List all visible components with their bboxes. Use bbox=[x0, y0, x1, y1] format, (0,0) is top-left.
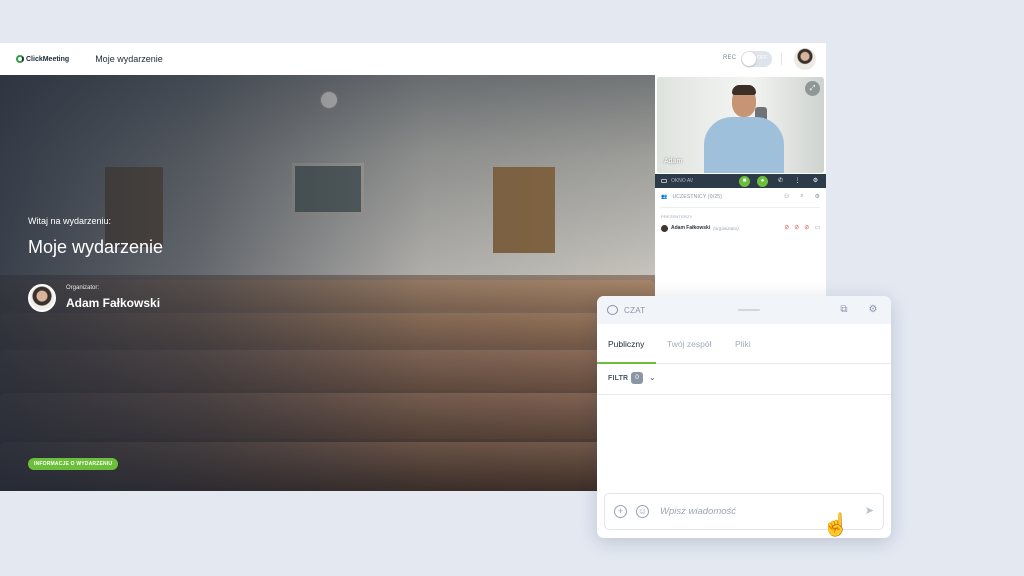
chat-header: CZAT ⧉ ⚙ bbox=[597, 296, 891, 324]
tab-files[interactable]: Pliki bbox=[735, 339, 751, 349]
tab-team[interactable]: Twój zespół bbox=[667, 339, 711, 349]
clickmeeting-logo[interactable]: ClickMeeting bbox=[16, 55, 69, 63]
rec-label: REC bbox=[723, 55, 737, 61]
welcome-text: Witaj na wydarzeniu: bbox=[28, 216, 112, 226]
hand-cursor-icon: ☝ bbox=[822, 512, 850, 537]
gear-icon[interactable]: ⚙ bbox=[815, 193, 820, 200]
add-user-icon[interactable]: ⚇ bbox=[784, 193, 789, 200]
toggle-state: OFF bbox=[757, 55, 767, 61]
monitor-icon[interactable]: ▭ bbox=[814, 224, 820, 231]
organizer-name: Adam Fałkowski bbox=[66, 296, 161, 310]
gear-icon[interactable]: ⚙ bbox=[867, 304, 879, 316]
settings-icon[interactable]: ⚙ bbox=[810, 176, 821, 187]
event-title: Moje wydarzenie bbox=[28, 237, 164, 257]
presenter-status-icons: ⊘ ⊘ ⊘ ▭ bbox=[784, 224, 820, 231]
phone-icon[interactable]: ✆ bbox=[775, 176, 786, 187]
av-label-text: OKNO AV bbox=[671, 178, 694, 184]
chat-panel: CZAT ⧉ ⚙ Publiczny Twój zespół Pliki FIL… bbox=[597, 296, 891, 538]
mic-icon[interactable]: ● bbox=[757, 176, 768, 187]
emoji-icon[interactable]: ☺ bbox=[636, 505, 649, 518]
video-participant-name: Adam bbox=[664, 158, 683, 165]
tab-public[interactable]: Publiczny bbox=[608, 339, 644, 349]
drag-handle[interactable] bbox=[738, 309, 760, 311]
app-frame: ClickMeeting Moje wydarzenie REC OFF Wit… bbox=[0, 0, 1024, 576]
chat-icon bbox=[607, 305, 618, 315]
add-icon[interactable]: + bbox=[614, 505, 627, 518]
av-window-label: OKNO AV bbox=[661, 178, 693, 184]
mic-off-icon[interactable]: ⊘ bbox=[794, 224, 799, 231]
video-tile[interactable]: Adam ⤢ bbox=[657, 77, 824, 173]
organizer-avatar bbox=[28, 284, 56, 312]
logo-text: ClickMeeting bbox=[26, 55, 70, 63]
chat-filter[interactable]: FILTR 0 ⌄ bbox=[597, 364, 891, 395]
logo-icon bbox=[16, 55, 24, 63]
participant-hair bbox=[732, 85, 756, 95]
rec-toggle[interactable]: OFF bbox=[741, 51, 772, 67]
participants-panel: 👥 UCZESTNICY (0/25) ⚇ ⌕ ⚙ PREZENTERZY Ad… bbox=[655, 190, 826, 410]
chat-tabs: Publiczny Twój zespół Pliki bbox=[597, 324, 891, 364]
organizer-label: Organizator: bbox=[66, 285, 100, 291]
pin-icon[interactable]: ⤢ bbox=[805, 81, 820, 96]
camera-icon[interactable]: ■ bbox=[739, 176, 750, 187]
right-panel: Adam ⤢ OKNO AV ■ ● ✆ ⋮ ⚙ 👥 UCZESTNICY (0… bbox=[655, 75, 826, 410]
presenters-label: PREZENTERZY bbox=[661, 214, 693, 219]
presenter-avatar bbox=[661, 224, 668, 232]
participants-tools: ⚇ ⌕ ⚙ bbox=[784, 193, 820, 200]
filter-label: FILTR bbox=[608, 375, 629, 382]
hero-overlay bbox=[0, 75, 655, 491]
search-icon[interactable]: ⌕ bbox=[800, 193, 803, 200]
camera-outline-icon bbox=[661, 179, 667, 183]
message-input[interactable]: Wpisz wiadomość bbox=[660, 506, 736, 517]
top-bar: ClickMeeting Moje wydarzenie REC OFF bbox=[0, 43, 826, 75]
filter-count-badge: 0 bbox=[631, 372, 643, 384]
chevron-down-icon[interactable]: ⌄ bbox=[649, 373, 656, 382]
toggle-knob bbox=[742, 52, 756, 66]
event-hero: Witaj na wydarzeniu: Moje wydarzenie Org… bbox=[0, 75, 655, 491]
screen-off-icon[interactable]: ⊘ bbox=[804, 224, 809, 231]
participants-count: UCZESTNICY (0/25) bbox=[672, 194, 723, 200]
participants-header: 👥 UCZESTNICY (0/25) bbox=[661, 194, 722, 200]
send-icon[interactable]: ➤ bbox=[865, 504, 874, 517]
presenter-name: Adam Fałkowski bbox=[671, 225, 711, 231]
people-icon: 👥 bbox=[661, 194, 668, 200]
participant-row[interactable]: Adam Fałkowski (organizator) ⊘ ⊘ ⊘ ▭ bbox=[661, 223, 820, 233]
av-controls-bar: OKNO AV ■ ● ✆ ⋮ ⚙ bbox=[655, 174, 826, 188]
divider bbox=[781, 53, 782, 65]
event-name: Moje wydarzenie bbox=[95, 54, 163, 64]
presenter-role: (organizator) bbox=[713, 225, 739, 231]
chat-title: CZAT bbox=[624, 305, 646, 315]
camera-off-icon[interactable]: ⊘ bbox=[784, 224, 789, 231]
divider bbox=[661, 207, 820, 208]
user-avatar[interactable] bbox=[794, 48, 816, 70]
more-icon[interactable]: ⋮ bbox=[792, 176, 803, 187]
participant-body bbox=[704, 117, 784, 173]
event-info-button[interactable]: INFORMACJE O WYDARZENIU bbox=[28, 458, 119, 470]
popout-icon[interactable]: ⧉ bbox=[838, 304, 850, 316]
